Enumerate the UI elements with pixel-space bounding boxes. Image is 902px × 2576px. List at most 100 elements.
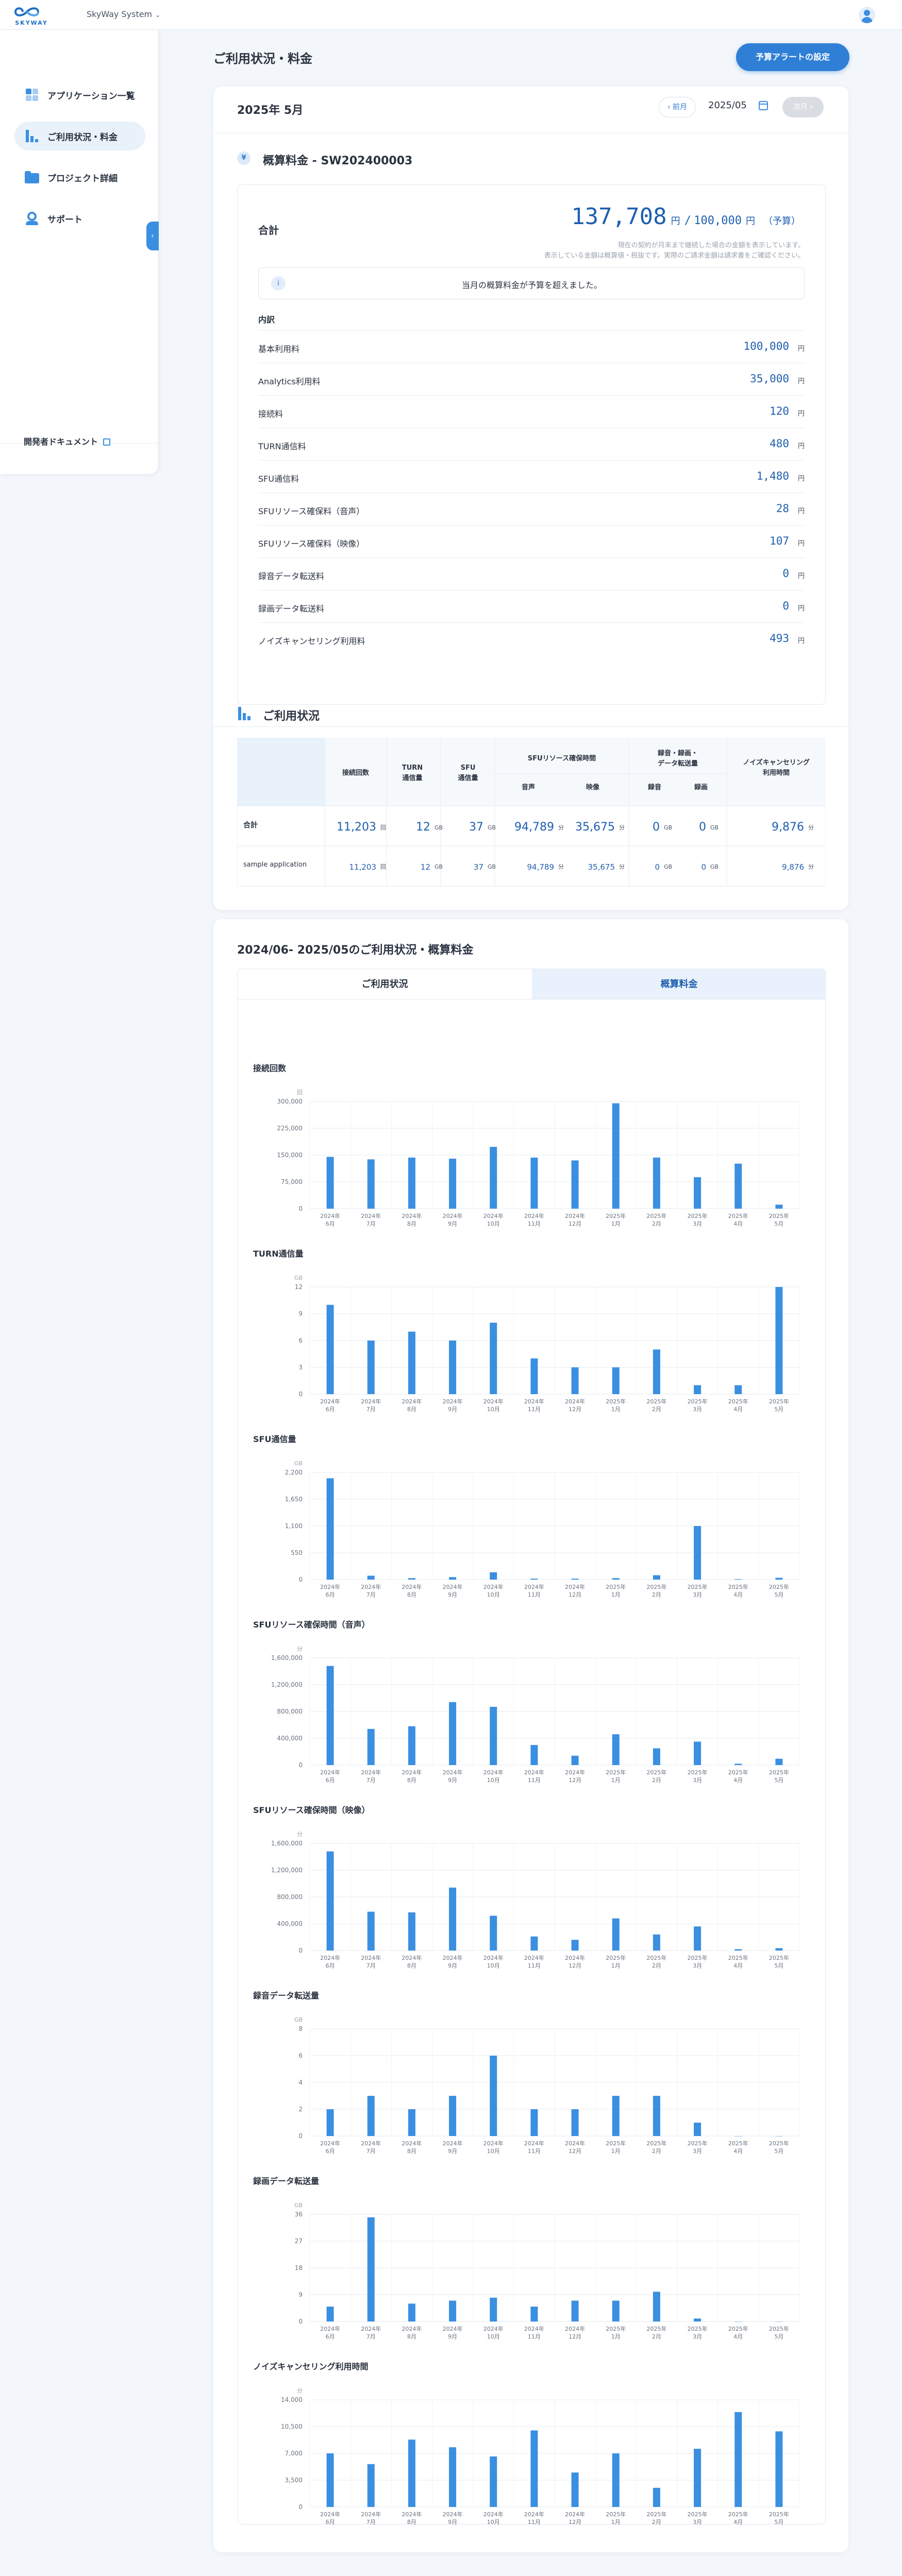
breakdown-name: 録音データ転送料 xyxy=(258,571,325,581)
chart-category-label: 3月 xyxy=(693,1406,702,1413)
chart-category-label: 10月 xyxy=(487,2519,500,2526)
breakdown-unit: 円 xyxy=(797,345,805,353)
chart-category-label: 10月 xyxy=(487,1406,500,1413)
chart-category-label: 5月 xyxy=(774,2333,783,2340)
chart-category-label: 2024年 xyxy=(565,1583,585,1590)
chart-bar xyxy=(775,2431,783,2507)
chart-category-label: 2月 xyxy=(652,2519,661,2526)
total-label: 合計 xyxy=(258,224,279,236)
breakdown-name: SFU通信料 xyxy=(258,474,299,484)
chart-category-label: 6月 xyxy=(326,1962,335,1969)
chart-tick-label: 1,650 xyxy=(285,1496,303,1503)
tab-fee[interactable]: 概算料金 xyxy=(532,969,825,999)
chart-bar xyxy=(653,1748,660,1765)
chart-tick-label: 225,000 xyxy=(277,1125,303,1132)
chart-category-label: 7月 xyxy=(366,1406,376,1413)
table-cell-unit: GB xyxy=(488,824,496,831)
chart-tick-label: 10,500 xyxy=(281,2423,303,2430)
usage-chart: 録音データ転送量 GB 0 2 4 6 8 2024年 6月 2024年 7月 2024年 8月 2024… xyxy=(253,1989,811,2164)
breakdown-unit: 円 xyxy=(797,572,805,580)
chart-category-label: 2024年 xyxy=(565,1212,585,1219)
chart-tick-label: 0 xyxy=(298,2318,303,2325)
chart-category-label: 2025年 xyxy=(769,1769,789,1776)
chart-category-label: 2025年 xyxy=(646,2140,666,2147)
chart-category-label: 11月 xyxy=(528,2148,541,2155)
breakdown-unit: 円 xyxy=(797,637,805,645)
invoice-step-icon: ¥ xyxy=(237,151,250,165)
table-cell-unit: 分 xyxy=(619,863,625,870)
chart-category-label: 2024年 xyxy=(483,1212,504,1219)
chart-category-label: 3月 xyxy=(693,2333,702,2340)
chart-bar xyxy=(367,2217,375,2321)
chart-bar xyxy=(775,1578,783,1580)
budget-alert-button[interactable]: 予算アラートの設定 xyxy=(736,43,849,71)
chart-category-label: 2024年 xyxy=(524,2325,544,2332)
chart-bar xyxy=(449,1702,457,1765)
system-selector[interactable]: SkyWay System ⌄ xyxy=(87,9,160,19)
page-title: ご利用状況・料金 xyxy=(213,52,312,66)
chart-bar xyxy=(530,1745,538,1765)
prev-month-button[interactable]: ‹ 前月 xyxy=(659,97,696,117)
total-value: 137,708 xyxy=(571,204,667,230)
header-sfu-resource: SFUリソース確保時間 xyxy=(528,754,596,762)
chart-category-label: 2024年 xyxy=(443,1583,463,1590)
breakdown-row: 録音データ転送料 0 円 xyxy=(258,557,805,590)
chart-category-label: 6月 xyxy=(326,1777,335,1784)
usage-table: 接続回数 TURN 通信量 SFU 通信量 SFUリソース確保時間 音声 映像 録音・録画・ デー… xyxy=(237,737,826,890)
table-cell-unit: 分 xyxy=(808,824,814,831)
chart-category-label: 2025年 xyxy=(769,1398,789,1405)
breakdown-value: 1,480 xyxy=(756,470,789,482)
chart-unit-label: 回 xyxy=(297,1089,303,1096)
chart-bar xyxy=(694,1526,701,1580)
over-budget-message: 当月の概算料金が予算を超えました。 xyxy=(461,280,602,290)
chart-category-label: 2025年 xyxy=(606,1769,626,1776)
sidebar-item-applications[interactable]: アプリケーション一覧 xyxy=(14,80,145,109)
breakdown-name: Analytics利用料 xyxy=(258,377,321,386)
chart-bar xyxy=(326,1478,334,1580)
chart-svg: GB091827362024年6月2024年7月2024年8月2024年9月20… xyxy=(294,2202,800,2340)
sidebar-collapse-button[interactable]: ‹ xyxy=(146,222,159,250)
chart-category-label: 2025年 xyxy=(606,1954,626,1961)
chart-tick-label: 8 xyxy=(298,2025,303,2032)
chart-unit-label: GB xyxy=(294,1275,303,1281)
chart-bar xyxy=(530,1579,538,1580)
folder-icon xyxy=(25,170,39,184)
breakdown-value: 480 xyxy=(770,437,789,450)
skyway-logo[interactable]: SKYWAY xyxy=(11,4,52,27)
breakdown-row: SFUリソース確保料（映像） 107 円 xyxy=(258,525,805,557)
chart-category-label: 2025年 xyxy=(688,1398,708,1405)
chart-category-label: 7月 xyxy=(366,2148,376,2155)
chart-category-label: 10月 xyxy=(487,2333,500,2340)
user-avatar-icon[interactable] xyxy=(859,7,875,23)
chart-bar xyxy=(612,1578,620,1580)
header-rec-audio: 録音 xyxy=(648,783,661,791)
tab-usage[interactable]: ご利用状況 xyxy=(238,969,532,999)
chart-tick-label: 9 xyxy=(298,1310,303,1317)
sidebar-item-usage[interactable]: ご利用状況・料金 xyxy=(14,122,145,150)
chart-tick-label: 2,200 xyxy=(285,1469,303,1476)
sidebar-item-support[interactable]: サポート xyxy=(14,204,145,233)
chart-bar xyxy=(326,1666,334,1765)
calendar-icon[interactable] xyxy=(759,101,768,110)
next-month-button[interactable]: 次月 › xyxy=(782,97,824,117)
chart-bar xyxy=(530,1936,538,1951)
chart-category-label: 11月 xyxy=(528,1591,541,1598)
developer-docs-link[interactable]: 開発者ドキュメント xyxy=(24,435,111,447)
chart-bar xyxy=(653,1157,660,1209)
chart-category-label: 2024年 xyxy=(361,1954,381,1961)
usage-chart: SFUリソース確保時間（音声）分 0 400,000 800,000 1,200,000… xyxy=(253,1618,811,1793)
month-picker-input[interactable]: 2025/05 xyxy=(708,100,747,111)
chart-tick-label: 12 xyxy=(295,1283,303,1291)
sidebar-item-project[interactable]: プロジェクト詳細 xyxy=(14,163,145,192)
chart-category-label: 3月 xyxy=(693,2519,702,2526)
chart-bar xyxy=(571,1940,579,1951)
chart-category-label: 2025年 xyxy=(646,1954,666,1961)
chart-category-label: 7月 xyxy=(366,2519,376,2526)
chart-category-label: 2月 xyxy=(652,1406,661,1413)
chart-category-label: 4月 xyxy=(733,1406,743,1413)
chart-category-label: 2025年 xyxy=(769,1212,789,1219)
chart-category-label: 2025年 xyxy=(728,1398,748,1405)
chart-category-label: 12月 xyxy=(569,1591,581,1598)
chart-category-label: 9月 xyxy=(448,2333,457,2340)
chart-category-label: 4月 xyxy=(733,1962,743,1969)
